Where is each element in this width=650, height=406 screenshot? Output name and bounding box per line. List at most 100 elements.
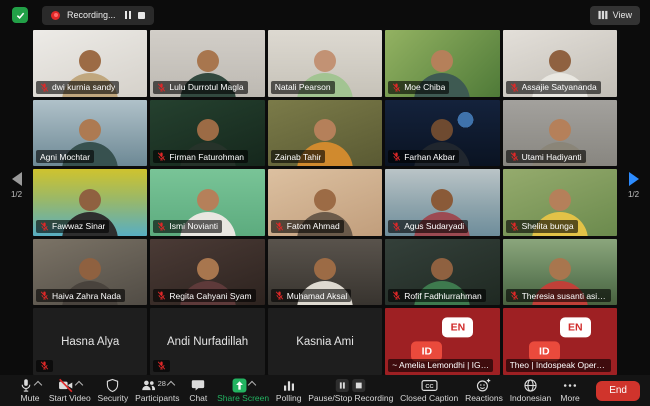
participant-tile[interactable]: dwi kurnia sandy — [33, 30, 147, 97]
participant-tile[interactable]: Rofif Fadhlurrahman — [385, 239, 499, 306]
participant-tile[interactable]: Regita Cahyani Syam — [150, 239, 264, 306]
toolbar-item-label: Start Video — [49, 394, 91, 403]
participant-tile[interactable]: Fawwaz Sinar — [33, 169, 147, 236]
encryption-shield-icon[interactable] — [12, 7, 28, 23]
participant-name-label: Moe Chiba — [388, 81, 449, 94]
participant-tile[interactable]: Muhamad Aksal — [268, 239, 382, 306]
participant-mute-status — [36, 360, 53, 372]
toolbar-pause-stop-recording[interactable]: Pause/Stop Recording — [308, 378, 393, 403]
participants-icon — [141, 378, 156, 393]
toolbar-share-screen[interactable]: Share Screen — [217, 378, 269, 403]
muted-mic-icon — [157, 222, 166, 231]
page-indicator: 1/2 — [617, 190, 650, 199]
participants-count-badge: 28 — [158, 379, 166, 388]
chat-bubble-icon — [191, 378, 205, 393]
view-button[interactable]: View — [590, 6, 640, 25]
recording-indicator: Recording... — [42, 6, 154, 25]
participant-tile[interactable]: ENIDTheo | Indospeak Operator — [503, 308, 617, 375]
page-indicator: 1/2 — [0, 190, 33, 199]
participant-tile[interactable]: Lulu Durrotul Magla — [150, 30, 264, 97]
participant-name-label: Zainab Tahir — [271, 150, 326, 163]
toolbar-item-label: Reactions — [465, 394, 503, 403]
polling-bars-icon — [282, 378, 296, 393]
participant-tile[interactable]: Hasna Alya — [33, 308, 147, 375]
muted-mic-icon — [275, 291, 284, 300]
next-page-arrow-icon[interactable] — [629, 172, 639, 186]
toolbar-polling[interactable]: Polling — [276, 378, 302, 403]
participant-name-label: Utami Hadiyanti — [506, 150, 586, 163]
toolbar-indonesian[interactable]: Indonesian — [510, 378, 552, 403]
recording-label: Recording... — [67, 10, 116, 20]
toolbar-chat[interactable]: Chat — [186, 378, 210, 403]
participant-name-label: Agus Sudaryadi — [388, 220, 468, 233]
participant-tile[interactable]: Farhan Akbar — [385, 100, 499, 167]
toolbar-item-label: Share Screen — [217, 394, 269, 403]
muted-mic-icon — [157, 152, 166, 161]
participant-tile[interactable]: Utami Hadiyanti — [503, 100, 617, 167]
chevron-up-icon[interactable] — [247, 381, 255, 389]
muted-mic-icon — [392, 291, 401, 300]
pause-recording-button[interactable] — [125, 11, 131, 19]
participant-tile[interactable]: Shelita bunga — [503, 169, 617, 236]
participant-tile[interactable]: Firman Faturohman — [150, 100, 264, 167]
toolbar-item-label: Chat — [189, 394, 207, 403]
participant-name-label: Fawwaz Sinar — [36, 220, 109, 233]
bottom-toolbar: Mute Start Video Security 28 Participants Cha… — [0, 375, 650, 406]
muted-mic-icon — [40, 222, 49, 231]
muted-mic-icon — [510, 152, 519, 161]
share-screen-icon — [232, 378, 247, 393]
participant-name-label: Theresia susanti asih Asih — [506, 289, 611, 302]
participant-tile[interactable]: Assajie Satyananda — [503, 30, 617, 97]
toolbar-security[interactable]: Security — [98, 378, 129, 403]
participant-tile[interactable]: Agus Sudaryadi — [385, 169, 499, 236]
participant-tile[interactable]: Kasnia Ami — [268, 308, 382, 375]
muted-mic-icon — [510, 291, 519, 300]
more-dots-icon — [562, 378, 578, 393]
stop-recording-button[interactable] — [138, 12, 145, 19]
chevron-up-icon[interactable] — [75, 381, 83, 389]
participant-name-label: ~ Amelia Lemondhi | IG:... — [388, 359, 493, 372]
toolbar-reactions[interactable]: Reactions — [465, 378, 503, 403]
prev-page-control: 1/2 — [0, 172, 33, 199]
participant-tile[interactable]: Zainab Tahir — [268, 100, 382, 167]
participant-name-label: Regita Cahyani Syam — [153, 289, 255, 302]
meeting-top-bar: Recording... View — [0, 0, 650, 30]
toolbar-item-label: Participants — [135, 394, 179, 403]
chevron-up-icon[interactable] — [34, 381, 42, 389]
participant-name-label: Assajie Satyananda — [506, 81, 601, 94]
toolbar-more[interactable]: More — [558, 378, 582, 403]
toolbar-mute[interactable]: Mute — [18, 378, 42, 403]
muted-mic-icon — [40, 361, 49, 370]
participant-tile[interactable]: Ismi Novianti — [150, 169, 264, 236]
participant-tile[interactable]: Moe Chiba — [385, 30, 499, 97]
en-language-bubble: EN — [442, 317, 473, 337]
muted-mic-icon — [157, 291, 166, 300]
participant-name-centered: Kasnia Ami — [268, 308, 382, 375]
participant-name-label: Rofif Fadhlurrahman — [388, 289, 485, 302]
next-page-control: 1/2 — [617, 172, 650, 199]
chevron-up-icon[interactable] — [167, 381, 175, 389]
toolbar-closed-caption[interactable]: CCClosed Caption — [400, 378, 458, 403]
participant-name-label: Ismi Novianti — [153, 220, 222, 233]
toolbar-item-label: More — [560, 394, 579, 403]
prev-page-arrow-icon[interactable] — [12, 172, 22, 186]
participant-name-label: Shelita bunga — [506, 220, 578, 233]
participant-tile[interactable]: Natali Pearson — [268, 30, 382, 97]
toolbar-start-video[interactable]: Start Video — [49, 378, 91, 403]
participant-name-label: Agni Mochtar — [36, 150, 94, 163]
toolbar-participants[interactable]: 28 Participants — [135, 378, 179, 403]
participant-name-label: Muhamad Aksal — [271, 289, 351, 302]
en-language-bubble: EN — [560, 317, 591, 337]
participant-name-label: Natali Pearson — [271, 81, 335, 94]
participant-tile[interactable]: ENID~ Amelia Lemondhi | IG:... — [385, 308, 499, 375]
participant-tile[interactable]: Fatom Ahmad — [268, 169, 382, 236]
participant-name-label: Theo | Indospeak Operator — [506, 359, 611, 372]
toolbar-item-label: Indonesian — [510, 394, 552, 403]
video-off-icon — [58, 378, 74, 393]
participant-tile[interactable]: Andi Nurfadillah — [150, 308, 264, 375]
participant-tile[interactable]: Haiva Zahra Nada — [33, 239, 147, 306]
muted-mic-icon — [392, 152, 401, 161]
participant-tile[interactable]: Agni Mochtar — [33, 100, 147, 167]
end-button[interactable]: End — [596, 381, 640, 401]
participant-tile[interactable]: Theresia susanti asih Asih — [503, 239, 617, 306]
